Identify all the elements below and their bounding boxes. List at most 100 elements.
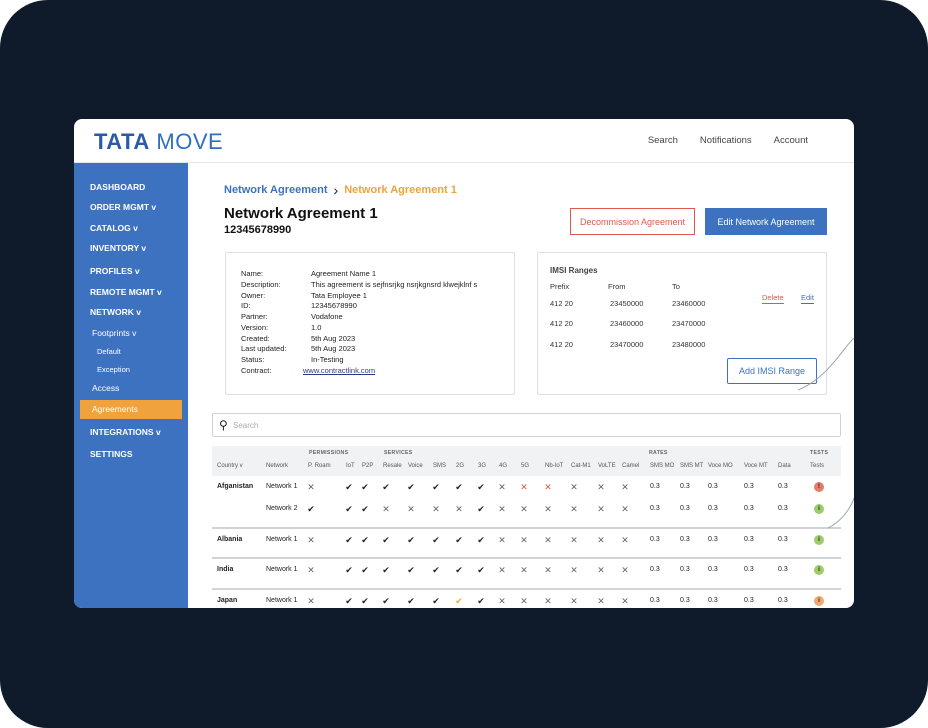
check-icon: ✔ bbox=[407, 565, 415, 575]
test-status-icon[interactable]: i bbox=[814, 565, 824, 575]
rate-cell: 0.3 bbox=[744, 597, 754, 604]
check-icon: ✔ bbox=[432, 482, 440, 492]
detail-label: Status: bbox=[241, 355, 265, 364]
column-header: SMS bbox=[433, 463, 447, 469]
search-icon: ⚲ bbox=[219, 418, 228, 432]
detail-row: Contract: www.contractlink.com bbox=[241, 366, 375, 375]
sidebar-item-agreements[interactable]: Agreements bbox=[92, 404, 138, 414]
column-header: Voce MT bbox=[744, 463, 768, 469]
sidebar-item-exception[interactable]: Exception bbox=[97, 365, 130, 374]
check-icon: ✔ bbox=[382, 596, 390, 606]
breadcrumb: Network Agreement › Network Agreement 1 bbox=[224, 182, 457, 198]
breadcrumb-parent[interactable]: Network Agreement bbox=[224, 184, 328, 196]
check-icon: ✔ bbox=[407, 596, 415, 606]
imsi-title: IMSI Ranges bbox=[550, 266, 598, 275]
test-status-icon[interactable]: i bbox=[814, 596, 824, 606]
rate-cell: 0.3 bbox=[778, 505, 788, 512]
detail-row: Owner: Tata Employee 1 bbox=[241, 291, 367, 300]
detail-label: Created: bbox=[241, 334, 270, 343]
imsi-cell: 23460000 bbox=[610, 319, 644, 328]
sidebar-item-dashboard[interactable]: DASHBOARD bbox=[90, 182, 145, 192]
cross-icon: ✕ bbox=[621, 565, 629, 575]
sidebar-item-network[interactable]: NETWORK v bbox=[90, 307, 141, 317]
column-header: Camel bbox=[622, 463, 640, 469]
contract-link[interactable]: www.contractlink.com bbox=[303, 366, 375, 375]
sidebar-item-inventory[interactable]: INVENTORY v bbox=[90, 243, 146, 253]
rate-cell: 0.3 bbox=[650, 566, 660, 573]
sidebar-item-footprints[interactable]: Footprints v bbox=[92, 328, 136, 338]
country-cell: Japan bbox=[217, 597, 238, 604]
cross-icon: ✕ bbox=[570, 535, 578, 545]
cross-icon: ✕ bbox=[621, 535, 629, 545]
sidebar-item-integrations[interactable]: INTEGRATIONS v bbox=[90, 427, 161, 437]
rate-cell: 0.3 bbox=[708, 566, 718, 573]
test-status-icon[interactable]: ! bbox=[814, 482, 824, 492]
sidebar-item-remote-mgmt[interactable]: REMOTE MGMT v bbox=[90, 287, 162, 297]
cross-icon: ✕ bbox=[544, 482, 552, 492]
rate-cell: 0.3 bbox=[680, 483, 690, 490]
detail-label: Name: bbox=[241, 269, 264, 278]
network-cell: Network 1 bbox=[266, 483, 298, 490]
check-icon: ✔ bbox=[432, 535, 440, 545]
test-status-icon[interactable]: i bbox=[814, 504, 824, 514]
cross-icon: ✕ bbox=[621, 596, 629, 606]
sidebar-item-profiles[interactable]: PROFILES v bbox=[90, 266, 140, 276]
detail-value: Agreement Name 1 bbox=[311, 269, 377, 278]
check-icon: ✔ bbox=[307, 504, 315, 514]
imsi-cell: 23450000 bbox=[610, 299, 644, 308]
nav-search-link[interactable]: Search bbox=[648, 135, 678, 146]
column-header[interactable]: Country v bbox=[217, 463, 243, 469]
rate-cell: 0.3 bbox=[744, 536, 754, 543]
test-status-icon[interactable]: i bbox=[814, 535, 824, 545]
sidebar-item-catalog[interactable]: CATALOG v bbox=[90, 223, 138, 233]
sidebar-item-default[interactable]: Default bbox=[97, 347, 121, 356]
cross-icon: ✕ bbox=[382, 504, 390, 514]
add-imsi-range-button[interactable]: Add IMSI Range bbox=[727, 358, 817, 384]
decommission-button[interactable]: Decommission Agreement bbox=[570, 208, 695, 235]
rate-cell: 0.3 bbox=[708, 597, 718, 604]
column-header: Cat-M1 bbox=[571, 463, 591, 469]
detail-row: Name: Agreement Name 1 bbox=[241, 269, 376, 278]
app-window: TATA MOVE Search Notifications Account D… bbox=[74, 119, 854, 608]
nav-notifications-link[interactable]: Notifications bbox=[700, 135, 752, 146]
sidebar-item-access[interactable]: Access bbox=[92, 383, 119, 393]
sidebar-item-order-mgmt[interactable]: ORDER MGMT v bbox=[90, 202, 156, 212]
country-cell: Afganistan bbox=[217, 483, 254, 490]
nav-account-link[interactable]: Account bbox=[774, 135, 808, 146]
main-content: Network Agreement › Network Agreement 1 … bbox=[188, 163, 854, 608]
column-header: Voice bbox=[408, 463, 423, 469]
column-header: 3G bbox=[478, 463, 487, 469]
tata-move-logo[interactable]: TATA MOVE bbox=[94, 129, 223, 155]
top-nav: Search Notifications Account bbox=[648, 135, 808, 146]
detail-row: Description: This agreement is sejfnsrjkg… bbox=[241, 280, 477, 289]
cross-icon: ✕ bbox=[307, 596, 315, 606]
group-rates: RATES bbox=[649, 450, 668, 456]
cross-icon: ✕ bbox=[597, 482, 605, 492]
column-header: Resale bbox=[383, 463, 402, 469]
check-icon: ✔ bbox=[455, 565, 463, 575]
cross-icon: ✕ bbox=[498, 596, 506, 606]
column-header: SMS MT bbox=[680, 463, 704, 469]
cross-icon: ✕ bbox=[432, 504, 440, 514]
rate-cell: 0.3 bbox=[650, 536, 660, 543]
detail-label: Contract: bbox=[241, 366, 272, 375]
cross-icon: ✕ bbox=[520, 565, 528, 575]
network-cell: Network 1 bbox=[266, 566, 298, 573]
imsi-edit-link[interactable]: Edit bbox=[801, 293, 814, 304]
cross-icon: ✕ bbox=[498, 535, 506, 545]
agreement-details-card: Name: Agreement Name 1 Description: This ag… bbox=[225, 252, 515, 395]
cross-icon: ✕ bbox=[597, 565, 605, 575]
check-icon: ✔ bbox=[455, 535, 463, 545]
sidebar-item-settings[interactable]: SETTINGS bbox=[90, 449, 133, 459]
cross-icon: ✕ bbox=[307, 482, 315, 492]
row-divider bbox=[212, 588, 841, 590]
breadcrumb-current: Network Agreement 1 bbox=[344, 184, 457, 196]
detail-row: Created: 5th Aug 2023 bbox=[241, 334, 355, 343]
cross-icon: ✕ bbox=[544, 535, 552, 545]
imsi-cell: 23480000 bbox=[672, 340, 706, 349]
check-icon: ✔ bbox=[455, 482, 463, 492]
edit-agreement-button[interactable]: Edit Network Agreement bbox=[705, 208, 827, 235]
search-bar[interactable]: ⚲ Search bbox=[212, 413, 841, 437]
search-input[interactable]: Search bbox=[233, 421, 258, 430]
imsi-delete-link[interactable]: Delete bbox=[762, 293, 784, 304]
